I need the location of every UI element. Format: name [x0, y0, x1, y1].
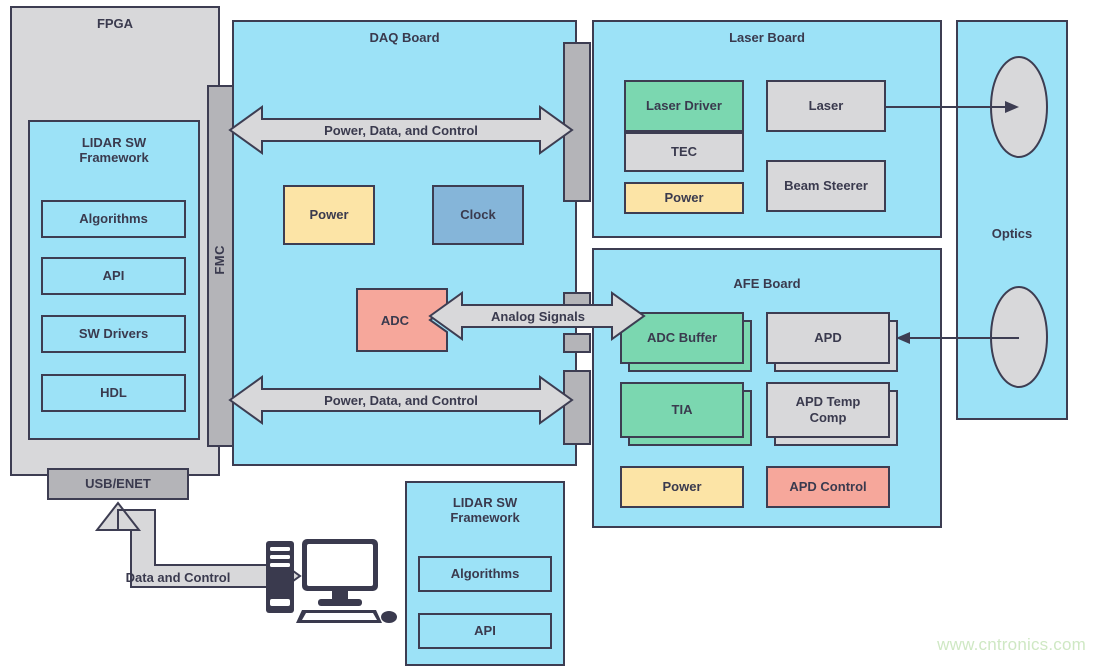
optics-panel: Optics	[956, 20, 1068, 420]
afe-block-label: TIA	[671, 402, 693, 418]
laser-board-block-beam-steerer[interactable]: Beam Steerer	[766, 160, 886, 212]
host-framework-item-api[interactable]: API	[418, 613, 552, 649]
laser-board-block-laser-driver[interactable]: Laser Driver	[624, 80, 744, 132]
host-link-label: Data and Control	[125, 570, 231, 585]
fpga-framework-item-sw-drivers[interactable]: SW Drivers	[41, 315, 186, 353]
afe-block-face: ADC Buffer	[620, 312, 744, 364]
daq-block-label: ADC	[380, 312, 410, 328]
daq-block-power[interactable]: Power	[283, 185, 375, 245]
afe-block-label: APD	[814, 330, 842, 346]
afe-block-face: APD	[766, 312, 890, 364]
fpga-framework-item-algorithms[interactable]: Algorithms	[41, 200, 186, 238]
daq-block-adc[interactable]: ADC	[356, 288, 448, 352]
fpga-framework-item-api[interactable]: API	[41, 257, 186, 295]
laser-board-block-label: Power	[664, 189, 704, 205]
fpga-framework-item-label: HDL	[100, 384, 127, 400]
daq-board-title: DAQ Board	[369, 30, 440, 45]
afe-block-apd[interactable]: APD	[766, 312, 898, 372]
daq-block-label: Clock	[460, 206, 496, 222]
afe-block-label: APD Temp Comp	[795, 394, 861, 425]
bottom-bus-label: Power, Data, and Control	[324, 393, 478, 408]
daq-connector-analog-lower	[563, 333, 591, 353]
lidar-block-diagram: FPGA LIDAR SW Framework Algorithms API S…	[0, 0, 1098, 669]
afe-block-face: APD Temp Comp	[766, 382, 890, 438]
fpga-framework-item-label: SW Drivers	[78, 325, 149, 341]
afe-block-label: ADC Buffer	[646, 330, 718, 346]
afe-block-face: TIA	[620, 382, 744, 438]
afe-block-adc-buffer[interactable]: ADC Buffer	[620, 312, 752, 372]
desktop-computer-icon	[266, 539, 397, 623]
site-watermark: www.cntronics.com	[937, 635, 1086, 654]
daq-block-label: Power	[309, 206, 349, 222]
host-framework-item-algorithms[interactable]: Algorithms	[418, 556, 552, 592]
top-bus-label: Power, Data, and Control	[324, 123, 478, 138]
laser-board-title: Laser Board	[729, 30, 805, 45]
daq-block-clock[interactable]: Clock	[432, 185, 524, 245]
fpga-framework-item-label: API	[102, 267, 125, 283]
laser-board-block-label: Laser Driver	[646, 97, 722, 113]
afe-block-power[interactable]: Power	[620, 466, 744, 508]
afe-board-title: AFE Board	[733, 276, 801, 291]
afe-block-apd-temp-comp[interactable]: APD Temp Comp	[766, 382, 898, 446]
optics-title: Optics	[991, 226, 1033, 241]
fpga-framework-title: LIDAR SW Framework	[79, 135, 149, 165]
laser-board-block-label: Laser	[808, 97, 844, 113]
afe-block-label: APD Control	[789, 478, 867, 494]
afe-block-tia[interactable]: TIA	[620, 382, 752, 446]
daq-connector-top	[563, 42, 591, 202]
afe-block-label: Power	[662, 478, 702, 494]
laser-board-block-tec[interactable]: TEC	[624, 132, 744, 172]
host-framework-item-label: Algorithms	[450, 565, 520, 581]
fmc-label: FMC	[212, 245, 227, 275]
laser-board-block-power[interactable]: Power	[624, 182, 744, 214]
fpga-framework-item-label: Algorithms	[79, 210, 148, 226]
laser-board-block-label: TEC	[671, 143, 697, 159]
host-framework-item-label: API	[474, 622, 496, 638]
analog-signals-label: Analog Signals	[491, 309, 585, 324]
usb-enet-port[interactable]: USB/ENET	[47, 468, 189, 500]
usb-enet-label: USB/ENET	[85, 475, 151, 491]
laser-board-block-label: Beam Steerer	[784, 177, 868, 193]
laser-board-block-laser[interactable]: Laser	[766, 80, 886, 132]
fpga-framework-item-hdl[interactable]: HDL	[41, 374, 186, 412]
host-framework-title: LIDAR SW Framework	[450, 495, 520, 525]
afe-block-apd-control[interactable]: APD Control	[766, 466, 890, 508]
fpga-title: FPGA	[96, 16, 134, 31]
